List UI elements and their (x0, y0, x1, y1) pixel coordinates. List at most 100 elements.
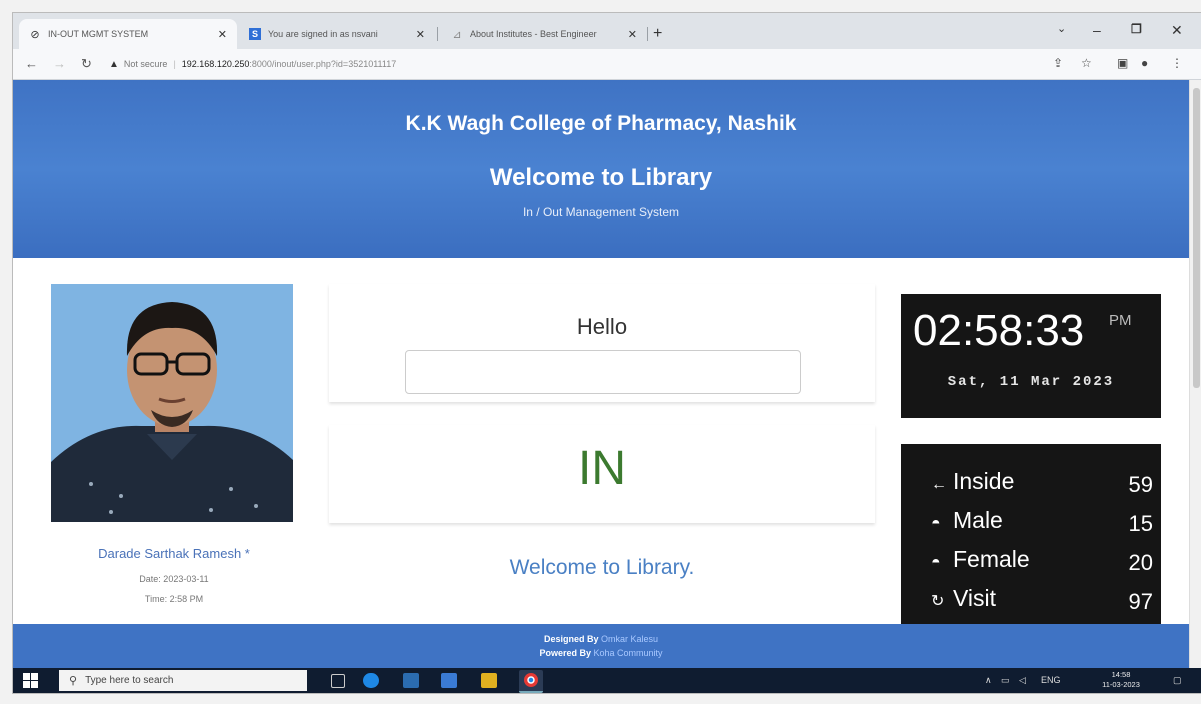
menu-icon[interactable]: ⋮ (1171, 56, 1183, 70)
stat-male: ◓ Male 15 (931, 507, 1153, 537)
system-subtitle: In / Out Management System (522, 205, 680, 219)
in-status: IN (578, 442, 626, 495)
welcome-heading: Welcome to Library (489, 164, 713, 191)
clock-ampm: PM (1109, 312, 1132, 329)
student-name: Darade Sarthak Ramesh * (98, 546, 250, 561)
digital-clock: 02:58:33 PM Sat, 11 Mar 2023 (901, 294, 1161, 418)
stat-label: Female (953, 546, 1030, 572)
stats-panel: ← Inside 59 ◓ Male 15 ◓ Female 20 ↻ Visit 97 (901, 444, 1161, 624)
tab-search-icon[interactable]: ⌄ (1057, 22, 1066, 35)
entry-date: Date: 2023-03-11 (139, 574, 209, 584)
tray-chevron-icon[interactable]: ∧ (985, 675, 992, 686)
site-icon: ⊿ (452, 28, 462, 41)
arrow-left-icon: ← (931, 476, 947, 493)
windows-taskbar: ⚲ Type here to search ∧ ▭ ◁ ENG 14:58 11… (13, 668, 1201, 693)
security-label[interactable]: Not secure (124, 59, 168, 69)
network-icon[interactable]: ▭ (1001, 675, 1010, 686)
url-host[interactable]: 192.168.120.250 (182, 59, 250, 69)
bookmark-star-icon[interactable]: ☆ (1081, 56, 1092, 70)
minimize-icon[interactable]: – (1093, 22, 1101, 38)
college-title: K.K Wagh College of Pharmacy, Nashik (405, 112, 797, 135)
male-icon: ◓ (931, 515, 941, 532)
hello-card: Hello (329, 284, 875, 402)
scrollbar-thumb[interactable] (1193, 88, 1200, 388)
tab-inout-system[interactable]: ⊘ IN-OUT MGMT SYSTEM ✕ (19, 19, 237, 49)
tab-label: About Institutes - Best Engineer (470, 29, 597, 39)
koha-link[interactable]: Koha Community (594, 648, 663, 658)
female-icon: ◓ (931, 554, 941, 571)
windows-start-icon[interactable] (23, 673, 39, 689)
forward-icon[interactable]: → (53, 56, 66, 71)
stat-value: 20 (1128, 550, 1153, 575)
stat-female: ◓ Female 20 (931, 546, 1153, 576)
globe-icon: ⊘ (30, 28, 40, 41)
welcome-message: Welcome to Library. (509, 556, 695, 579)
tab-about-institutes[interactable]: ⊿ About Institutes - Best Engineer ✕ (441, 19, 647, 49)
page-scrollbar[interactable] (1189, 80, 1201, 668)
notification-icon[interactable]: ▢ (1173, 675, 1182, 686)
clock-time: 02:58:33 (913, 306, 1085, 355)
side-panel-icon[interactable]: ▣ (1117, 56, 1128, 70)
web-page: K.K Wagh College of Pharmacy, Nashik Wel… (13, 80, 1189, 668)
restore-icon[interactable]: ❐ (1131, 22, 1142, 36)
close-icon[interactable]: ✕ (218, 28, 227, 41)
designed-by-line: Designed By Omkar Kalesu (13, 634, 1189, 644)
stat-value: 59 (1128, 472, 1153, 497)
close-icon[interactable]: ✕ (628, 28, 637, 41)
reload-icon[interactable]: ↻ (81, 56, 92, 72)
s-badge-icon: S (249, 28, 261, 40)
student-card: Darade Sarthak Ramesh * Date: 2023-03-11… (43, 284, 305, 614)
hello-heading: Hello (576, 314, 628, 339)
powered-by-label: Powered By (539, 648, 591, 658)
profile-icon[interactable]: ● (1141, 56, 1148, 70)
refresh-icon: ↻ (931, 593, 945, 610)
file-explorer-icon[interactable] (481, 673, 497, 688)
powered-by-line: Powered By Koha Community (13, 648, 1189, 658)
mail-icon[interactable] (441, 673, 457, 688)
stat-label: Visit (953, 585, 997, 611)
language-indicator[interactable]: ENG (1041, 675, 1061, 685)
stat-visit: ↻ Visit 97 (931, 585, 1153, 615)
address-bar[interactable]: ▲ Not secure | 192.168.120.250 :8000/ino… (109, 54, 1029, 74)
tab-label: You are signed in as nsvani (268, 29, 378, 39)
taskbar-time: 14:58 (1111, 670, 1131, 679)
task-view-icon[interactable] (331, 674, 345, 688)
taskbar-search[interactable]: ⚲ Type here to search (59, 670, 307, 691)
chrome-taskbar-button[interactable] (519, 670, 543, 693)
stat-inside: ← Inside 59 (931, 468, 1153, 498)
status-card: IN (329, 425, 875, 523)
clock-date: Sat, 11 Mar 2023 (947, 374, 1115, 390)
tab-signed-in[interactable]: S You are signed in as nsvani ✕ (239, 19, 435, 49)
url-path[interactable]: :8000/inout/user.php?id=3521011117 (249, 59, 396, 69)
edge-icon[interactable] (363, 673, 379, 688)
warning-icon[interactable]: ▲ (109, 59, 119, 70)
volume-icon[interactable]: ◁ (1019, 675, 1026, 686)
card-id-input[interactable] (405, 350, 801, 394)
new-tab-button[interactable]: + (653, 25, 662, 43)
share-icon[interactable]: ⇪ (1053, 56, 1063, 70)
designer-link[interactable]: Omkar Kalesu (601, 634, 658, 644)
taskbar-date: 11-03-2023 (1102, 680, 1140, 689)
entry-time: Time: 2:58 PM (144, 594, 204, 604)
header-banner: K.K Wagh College of Pharmacy, Nashik Wel… (13, 80, 1189, 258)
address-toolbar: ← → ↻ ▲ Not secure | 192.168.120.250 :80… (13, 49, 1201, 80)
store-icon[interactable] (403, 673, 419, 688)
stat-value: 97 (1128, 589, 1153, 614)
back-icon[interactable]: ← (25, 56, 38, 71)
browser-tab-strip: ⊘ IN-OUT MGMT SYSTEM ✕ S You are signed … (13, 13, 1201, 49)
tab-divider (647, 27, 648, 41)
search-placeholder: Type here to search (85, 675, 174, 686)
close-window-icon[interactable]: ✕ (1171, 22, 1183, 39)
search-icon: ⚲ (69, 675, 78, 687)
stat-label: Inside (953, 468, 1015, 494)
close-icon[interactable]: ✕ (416, 28, 425, 41)
student-photo (51, 284, 293, 522)
address-separator: | (173, 59, 176, 69)
designed-by-label: Designed By (543, 634, 599, 644)
taskbar-clock[interactable]: 14:58 11-03-2023 (1101, 670, 1141, 690)
page-footer: Designed By Omkar Kalesu Powered By Koha… (13, 624, 1189, 668)
stat-label: Male (953, 507, 1003, 533)
tab-divider (437, 27, 438, 41)
screenshot: ⊘ IN-OUT MGMT SYSTEM ✕ S You are signed … (12, 12, 1201, 694)
tab-label: IN-OUT MGMT SYSTEM (48, 29, 149, 39)
